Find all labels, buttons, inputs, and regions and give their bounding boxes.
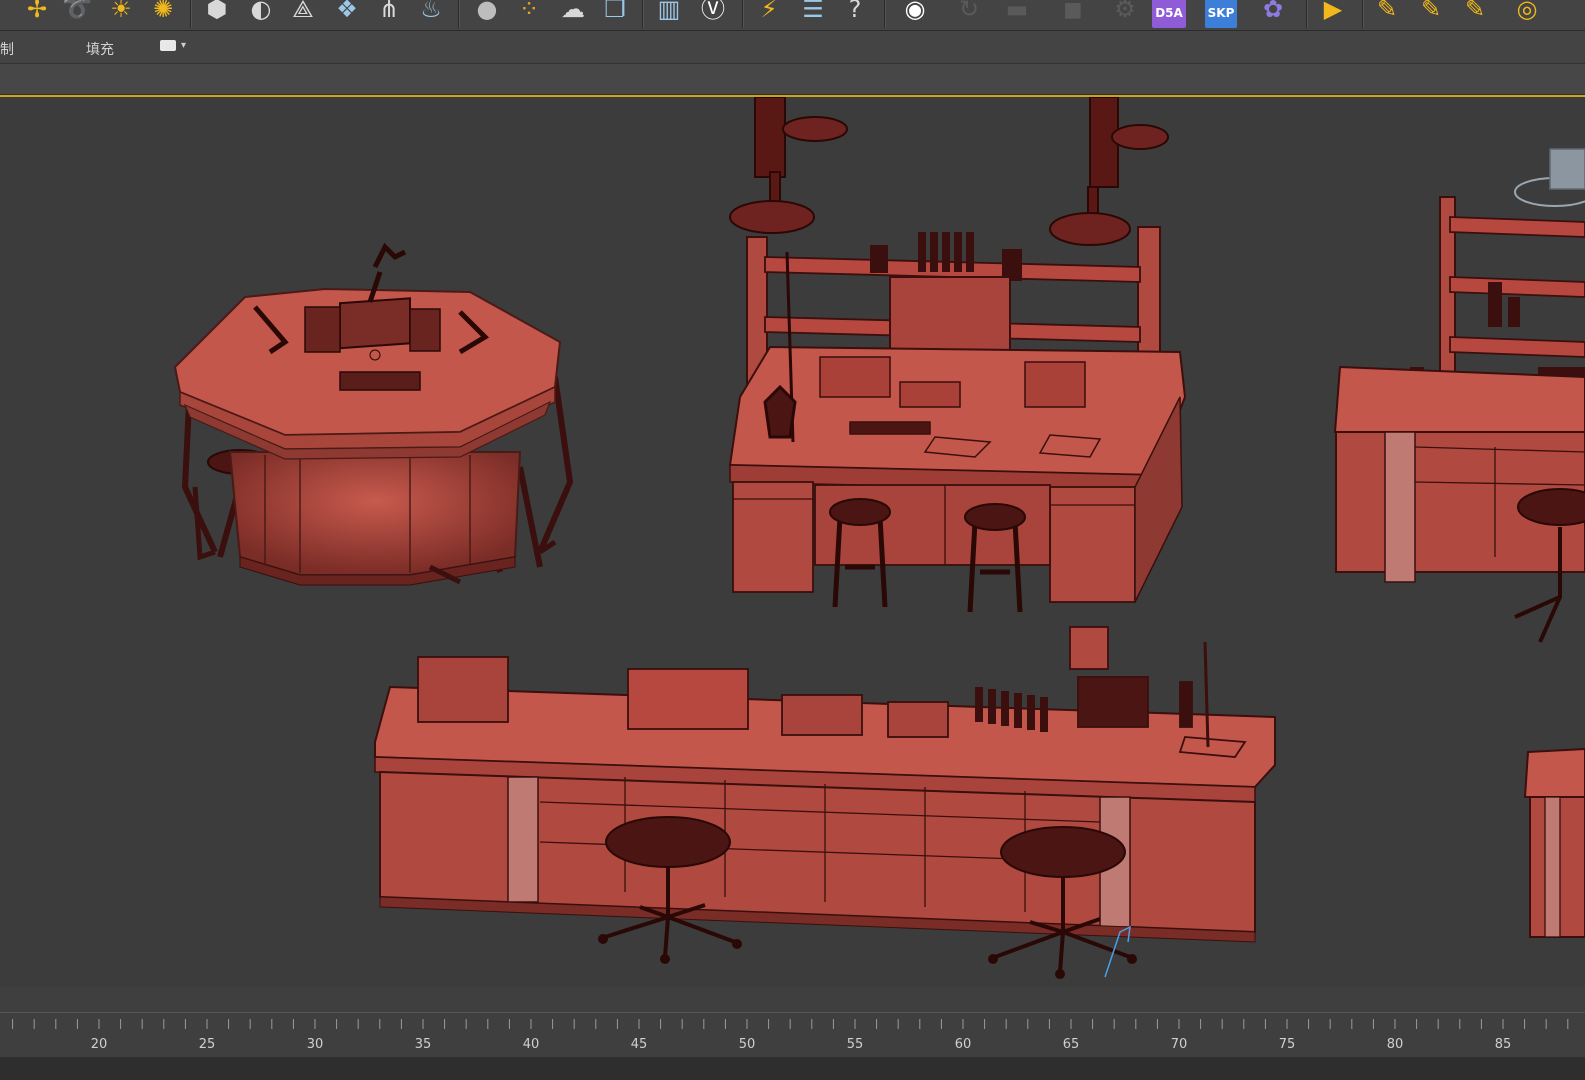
timeline-ruler[interactable]: 20 25 30 35 40 45 50 55 60 65 70 75 80 85 bbox=[0, 1012, 1585, 1058]
sphere-icon[interactable]: ● bbox=[472, 0, 502, 24]
lightning-icon[interactable]: ⚡ bbox=[754, 0, 784, 24]
ruler-label: 35 bbox=[415, 1037, 432, 1052]
light-icon[interactable]: ☀ bbox=[106, 0, 136, 24]
time-slider-track[interactable] bbox=[0, 987, 1585, 1012]
snapshot-icon[interactable]: ◼ bbox=[1058, 0, 1088, 24]
play-icon[interactable]: ▶ bbox=[1318, 0, 1348, 24]
ruler-label: 65 bbox=[1063, 1037, 1080, 1052]
fire-icon[interactable]: ♨ bbox=[416, 0, 446, 24]
toolbar-separator bbox=[190, 0, 192, 28]
viewport-label-strip bbox=[0, 64, 1585, 95]
ruler-label: 80 bbox=[1387, 1037, 1404, 1052]
main-toolbar: ✢ ➰ ☀ ✺ ⬢ ◐ ⟁ ❖ ⋔ ♨ ● ⁘ ☁ ❐ ▥ Ⓥ ⚡ ☰ ? ◉ … bbox=[0, 0, 1585, 31]
perspective-viewport[interactable] bbox=[0, 95, 1585, 989]
ribbon-subbar: 制 填充 ▾ bbox=[0, 31, 1585, 64]
particle-icon[interactable]: ⟁ bbox=[288, 0, 318, 24]
layers-icon[interactable]: ❐ bbox=[600, 0, 630, 24]
render-setup-icon[interactable]: ◐ bbox=[246, 0, 276, 24]
visibility-dropdown-icon[interactable] bbox=[160, 40, 176, 51]
octagon-lab-table[interactable] bbox=[173, 242, 574, 586]
help-icon[interactable]: ? bbox=[840, 0, 870, 24]
toolbar-separator bbox=[884, 0, 886, 28]
render-icon[interactable]: ◉ bbox=[900, 0, 930, 24]
ruler-label: 45 bbox=[631, 1037, 648, 1052]
right-lab-bench[interactable] bbox=[1333, 148, 1585, 643]
ruler-label: 25 bbox=[199, 1037, 216, 1052]
d5a-icon[interactable]: D5A bbox=[1152, 0, 1186, 28]
camera-icon[interactable]: ▬ bbox=[1002, 0, 1032, 24]
subbar-left-label: 制 bbox=[0, 42, 14, 58]
edit-icon[interactable]: ✎ bbox=[1372, 0, 1402, 24]
scene-render bbox=[173, 97, 1585, 979]
helper-icon[interactable]: ➰ bbox=[62, 0, 92, 24]
status-strip bbox=[0, 1057, 1585, 1080]
link-icon[interactable]: ☁ bbox=[558, 0, 588, 24]
vray-icon[interactable]: Ⓥ bbox=[698, 0, 728, 24]
long-front-bench[interactable] bbox=[374, 626, 1276, 979]
d5a-label: D5A bbox=[1152, 0, 1186, 28]
chevron-down-icon[interactable]: ▾ bbox=[181, 40, 186, 51]
toolbar-separator bbox=[642, 0, 644, 28]
skp-label: SKP bbox=[1204, 0, 1238, 28]
space-warp-icon[interactable]: ❖ bbox=[332, 0, 362, 24]
ruler-label: 55 bbox=[847, 1037, 864, 1052]
ruler-label: 70 bbox=[1171, 1037, 1188, 1052]
sunburst-icon[interactable]: ✺ bbox=[148, 0, 178, 24]
ruler-ticks: 20 25 30 35 40 45 50 55 60 65 70 75 80 85 bbox=[12, 1019, 1569, 1052]
ruler-label: 30 bbox=[307, 1037, 324, 1052]
scene-explorer-icon[interactable]: ▥ bbox=[654, 0, 684, 24]
edit3-icon[interactable]: ✎ bbox=[1460, 0, 1490, 24]
ruler-label: 40 bbox=[523, 1037, 540, 1052]
central-lab-bench[interactable] bbox=[728, 97, 1187, 613]
toolbar-separator bbox=[458, 0, 460, 28]
ruler-label: 75 bbox=[1279, 1037, 1296, 1052]
fill-label[interactable]: 填充 bbox=[86, 39, 114, 59]
toolbar-separator bbox=[742, 0, 744, 28]
gear-icon[interactable]: ⚙ bbox=[1110, 0, 1140, 24]
toolbar-separator bbox=[1306, 0, 1308, 28]
undo-icon[interactable]: ↻ bbox=[954, 0, 984, 24]
skp-icon[interactable]: SKP bbox=[1204, 0, 1238, 28]
edit2-icon[interactable]: ✎ bbox=[1416, 0, 1446, 24]
list-icon[interactable]: ☰ bbox=[798, 0, 828, 24]
ruler-label: 60 bbox=[955, 1037, 972, 1052]
create-icon[interactable]: ✢ bbox=[22, 0, 52, 24]
ruler-label: 85 bbox=[1495, 1037, 1512, 1052]
ruler-label: 50 bbox=[739, 1037, 756, 1052]
eye-icon[interactable]: ◎ bbox=[1512, 0, 1542, 24]
toolbar-separator bbox=[1362, 0, 1364, 28]
material-editor-icon[interactable]: ⬢ bbox=[202, 0, 232, 24]
edge-lab-bench[interactable] bbox=[1523, 747, 1585, 938]
grass-icon[interactable]: ⋔ bbox=[374, 0, 404, 24]
ruler-label: 20 bbox=[91, 1037, 108, 1052]
spheres-icon[interactable]: ⁘ bbox=[514, 0, 544, 24]
flower-icon[interactable]: ✿ bbox=[1258, 0, 1288, 24]
